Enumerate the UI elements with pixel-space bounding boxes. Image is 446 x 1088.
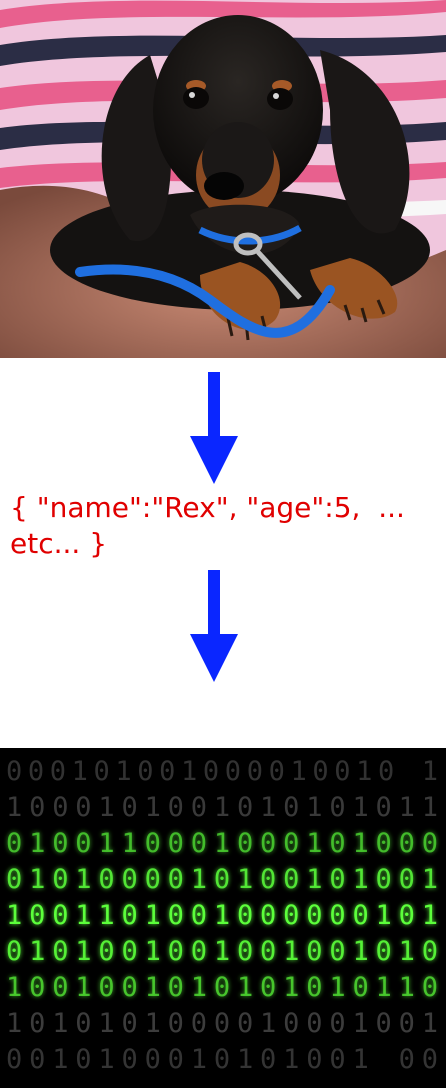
binary-code-panel: 000101001000010010 110001010010101010110… [0, 748, 446, 1088]
json-line-1: { "name":"Rex", "age":5, ... [10, 491, 405, 524]
dog-photo [0, 0, 446, 358]
down-arrow-icon [190, 372, 238, 484]
down-arrow-icon [190, 570, 238, 682]
json-text: { "name":"Rex", "age":5, ... etc... } [10, 490, 442, 562]
json-line-2: etc... } [10, 527, 108, 560]
